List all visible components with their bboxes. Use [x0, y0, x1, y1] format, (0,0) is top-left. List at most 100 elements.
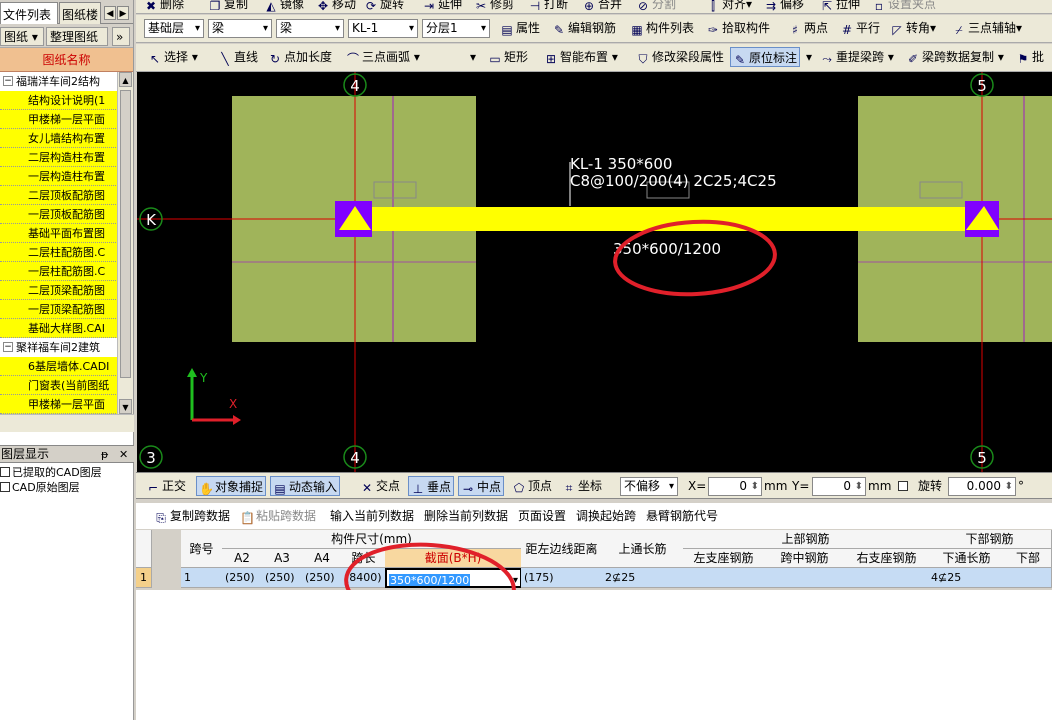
list-item[interactable]: 门窗表(当前图纸 [0, 376, 118, 395]
split-button[interactable]: ⊘ 分割 [636, 0, 676, 13]
header-a3[interactable]: A3 [262, 549, 303, 568]
layer-original-checkbox[interactable] [0, 482, 10, 492]
inplace-dropdown[interactable]: ▾ [806, 47, 812, 67]
merge-button[interactable]: ⊕ 合并 [582, 0, 622, 13]
beam-label-rebar[interactable]: C8@100/200(4) 2C25;4C25 [570, 172, 777, 190]
paste-span-button[interactable]: 📋粘贴跨数据 [240, 506, 316, 526]
input-column-button[interactable]: 输入当前列数据 [330, 506, 414, 526]
two-points-button[interactable]: ♯ 两点 [788, 18, 828, 38]
list-group[interactable]: − 聚祥福车间2建筑 [0, 338, 118, 357]
tab-file-list[interactable]: 文件列表 [0, 2, 58, 24]
vertex-toggle[interactable]: ⬠ 顶点 [512, 476, 552, 496]
list-item[interactable]: 女儿墙结构布置 [0, 129, 118, 148]
beam-section-label[interactable]: 350*600/1200 [613, 240, 721, 258]
trim-button[interactable]: ✂ 修剪 [474, 0, 514, 13]
move-button[interactable]: ✥ 移动 [316, 0, 356, 13]
header-span-no[interactable]: 跨号 [181, 530, 223, 568]
rotate-checkbox[interactable] [898, 481, 908, 491]
copy-button[interactable]: ❐ 复制 [208, 0, 248, 13]
cell-top-long[interactable]: 2⊈25 [602, 568, 684, 588]
organize-drawings-button[interactable]: 整理图纸 [46, 27, 108, 46]
member-select[interactable]: KL-1 [348, 19, 418, 38]
delete-button[interactable]: ✖ 删除 [144, 0, 184, 13]
dynamic-input-toggle[interactable]: ▤ 动态输入 [270, 476, 341, 496]
x-input[interactable]: 0 [708, 477, 762, 496]
ortho-toggle[interactable]: ⌐ 正交 [146, 476, 186, 496]
offset-button[interactable]: ⇉ 偏移 [764, 0, 804, 13]
midpoint-toggle[interactable]: ⊸ 中点 [458, 476, 505, 496]
cell-right-support[interactable] [845, 568, 929, 588]
header-top-long[interactable]: 上通长筋 [602, 530, 684, 568]
scroll-up-icon[interactable]: ▲ [119, 72, 132, 87]
type-select[interactable]: 梁 [208, 19, 272, 38]
list-hscrollbar[interactable] [0, 414, 134, 432]
list-item[interactable]: 6基层墙体.CADI [0, 357, 118, 376]
offset-select[interactable]: 不偏移 [620, 477, 678, 496]
beam-label-name[interactable]: KL-1 350*600 [570, 155, 672, 173]
member-list-button[interactable]: ▦ 构件列表 [630, 18, 694, 38]
line-button[interactable]: ╲ 直线 [218, 47, 258, 67]
pick-member-button[interactable]: ✑ 拾取构件 [706, 18, 770, 38]
header-left-support[interactable]: 左支座钢筋 [683, 549, 765, 568]
edit-rebar-button[interactable]: ✎ 编辑钢筋 [552, 18, 616, 38]
cell-a2[interactable]: (250) [222, 568, 263, 588]
header-bottom-long[interactable]: 下通长筋 [928, 549, 1006, 568]
scroll-thumb[interactable] [120, 90, 131, 378]
cad-drawing[interactable]: KL-1 350*600 C8@100/200(4) 2C25;4C25 350… [137, 72, 1052, 472]
list-item[interactable]: 甲楼梯一层平面 [0, 110, 118, 129]
cell-distance[interactable]: (175) [521, 568, 603, 588]
drawing-canvas[interactable]: KL-1 350*600 C8@100/200(4) 2C25;4C25 350… [137, 72, 1052, 472]
point-length-button[interactable]: ↻ 点加长度 [268, 47, 332, 67]
align-button[interactable]: ⫿ 对齐▾ [706, 0, 752, 13]
y-input[interactable]: 0 [812, 477, 866, 496]
cell-span[interactable]: 1 [181, 568, 223, 588]
layer-extracted[interactable]: 已提取的CAD图层 [0, 465, 102, 481]
cell-mid-span[interactable] [764, 568, 846, 588]
perpendicular-toggle[interactable]: ⊥ 垂点 [408, 476, 455, 496]
more-draw-dropdown[interactable]: ▾ [470, 47, 476, 67]
layer-original[interactable]: CAD原始图层 [0, 480, 80, 496]
header-bottom-more[interactable]: 下部 [1005, 549, 1052, 568]
row-number[interactable]: 1 [136, 568, 152, 588]
rotate-toggle[interactable] [898, 476, 910, 496]
stretch-button[interactable]: ⇱ 拉伸 [820, 0, 860, 13]
scroll-down-icon[interactable]: ▼ [119, 399, 132, 414]
smart-layout-button[interactable]: ⊞ 智能布置 ▾ [544, 47, 618, 67]
cantilever-code-button[interactable]: 悬臂钢筋代号 [646, 506, 718, 526]
list-scrollbar[interactable]: ▲ ▼ [117, 72, 133, 414]
rotate-button[interactable]: ⟳ 旋转 [364, 0, 404, 13]
edit-span-button[interactable]: ⛉ 修改梁段属性 [636, 47, 724, 67]
floor-select[interactable]: 基础层 [144, 19, 204, 38]
list-item[interactable]: 二层构造柱布置 [0, 148, 118, 167]
drawing-dropdown[interactable]: 图纸 ▾ [0, 27, 44, 46]
cell-bottom-long[interactable]: 4⊈25 [928, 568, 1006, 588]
select-button[interactable]: ↖ 选择 ▾ [148, 47, 198, 67]
intersection-toggle[interactable]: ✕ 交点 [360, 476, 400, 496]
list-item[interactable]: 甲楼梯一层平面 [0, 395, 118, 414]
list-item[interactable]: 二层顶梁配筋图 [0, 281, 118, 300]
object-snap-toggle[interactable]: ✋对象捕捉 [196, 476, 267, 496]
header-mid-span[interactable]: 跨中钢筋 [764, 549, 846, 568]
swap-start-button[interactable]: 调换起始跨 [576, 506, 636, 526]
list-item[interactable]: 结构设计说明(1 [0, 91, 118, 110]
header-right-support[interactable]: 右支座钢筋 [845, 549, 929, 568]
batch-button[interactable]: ⚑ 批 [1016, 47, 1044, 67]
more-button[interactable]: » [112, 27, 130, 46]
list-item[interactable]: 二层顶板配筋图 [0, 186, 118, 205]
layer-select[interactable]: 分层1 [422, 19, 490, 38]
list-item[interactable]: 基础平面布置图 [0, 224, 118, 243]
list-item[interactable]: 一层柱配筋图.C [0, 262, 118, 281]
page-setup-button[interactable]: 页面设置 [518, 506, 566, 526]
header-a2[interactable]: A2 [222, 549, 263, 568]
inplace-annotation-button[interactable]: ✎ 原位标注 [730, 47, 801, 67]
subtype-select[interactable]: 梁 [276, 19, 344, 38]
grip-button[interactable]: ▫ 设置夹点 [872, 0, 936, 13]
list-item[interactable]: 基础大样图.CAI [0, 319, 118, 338]
arc-button[interactable]: ⌒ 三点画弧 ▾ [346, 47, 420, 67]
list-group[interactable]: − 福瑞洋车间2结构 [0, 72, 118, 91]
close-icon[interactable]: ✕ [119, 447, 128, 463]
list-item[interactable]: 一层顶梁配筋图 [0, 300, 118, 319]
beam-kl1[interactable] [355, 207, 982, 231]
delete-column-button[interactable]: 删除当前列数据 [424, 506, 508, 526]
tab-drawing-floor[interactable]: 图纸楼 [59, 2, 101, 24]
